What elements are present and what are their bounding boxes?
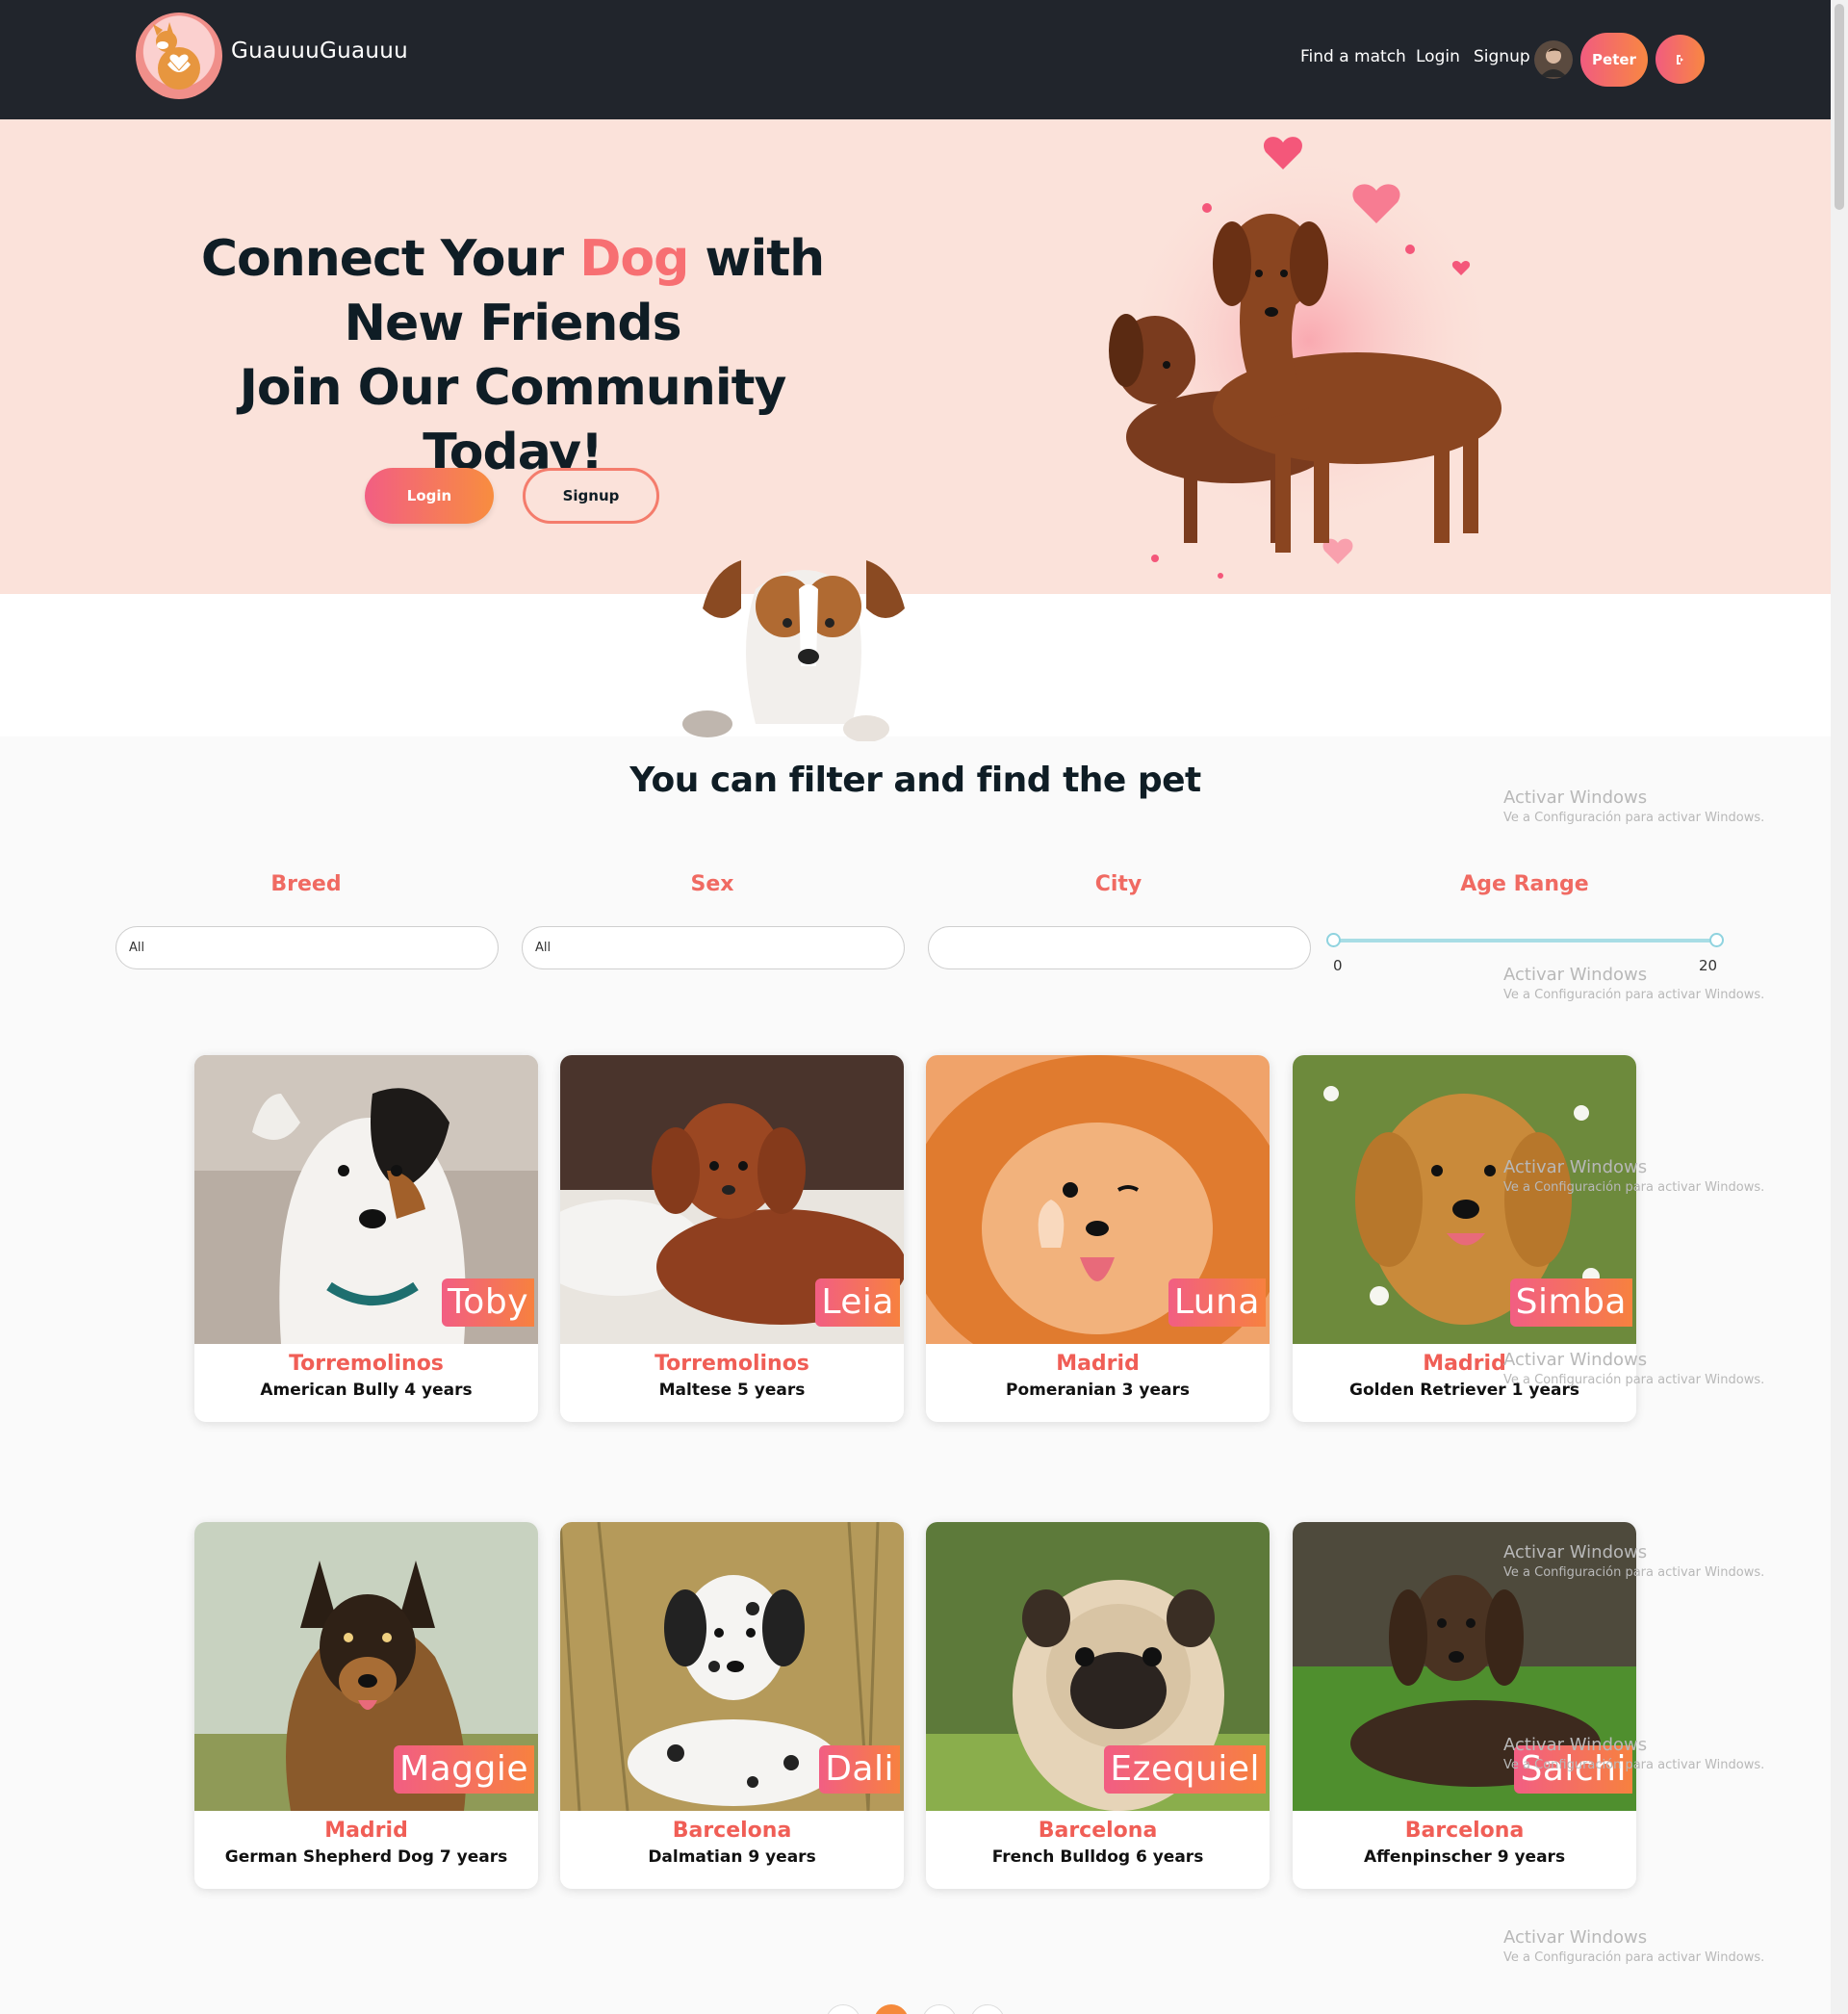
dog-card[interactable]: Salchi Barcelona Affenpinscher 9 years xyxy=(1293,1522,1636,1889)
dog-breed-age: German Shepherd Dog 7 years xyxy=(224,1847,508,1867)
sex-label: Sex xyxy=(690,872,734,896)
pagination-page[interactable] xyxy=(826,2004,860,2014)
dog-photo: Salchi xyxy=(1293,1522,1636,1811)
dog-card[interactable]: Leia Torremolinos Maltese 5 years xyxy=(560,1055,904,1422)
dog-name-badge: Luna xyxy=(1168,1278,1266,1327)
user-menu-button[interactable]: Peter xyxy=(1580,33,1648,87)
breed-label: Breed xyxy=(270,872,342,896)
dog-city: Madrid xyxy=(324,1819,408,1843)
dog-breed-age: Golden Retriever 1 years xyxy=(1349,1381,1579,1400)
scrollbar-thumb[interactable] xyxy=(1835,4,1844,210)
jack-russell-dog-image xyxy=(682,560,905,741)
dog-city: Barcelona xyxy=(1404,1819,1525,1843)
navbar: GuauuuGuauuu Find a match Login Signup P… xyxy=(0,0,1831,119)
dog-breed-age: American Bully 4 years xyxy=(260,1381,473,1400)
dog-photo: Dali xyxy=(560,1522,904,1811)
dog-city: Torremolinos xyxy=(289,1352,444,1376)
hero-login-button[interactable]: Login xyxy=(365,468,494,524)
age-min-value: 0 xyxy=(1333,957,1343,974)
dog-photo: Simba xyxy=(1293,1055,1636,1344)
hero-signup-button[interactable]: Signup xyxy=(523,468,659,524)
pagination-page-active[interactable] xyxy=(874,2004,909,2014)
dog-name-badge: Salchi xyxy=(1514,1745,1632,1794)
logout-icon[interactable] xyxy=(1656,35,1705,84)
dog-photo: Toby xyxy=(194,1055,538,1344)
dog-card[interactable]: Maggie Madrid German Shepherd Dog 7 year… xyxy=(194,1522,538,1889)
windows-activation-watermark: Activar Windows Ve a Configuración para a… xyxy=(1503,965,1765,1002)
user-avatar[interactable] xyxy=(1534,40,1573,79)
dog-city: Madrid xyxy=(1423,1352,1506,1376)
dog-photo: Luna xyxy=(926,1055,1270,1344)
age-max-handle[interactable] xyxy=(1709,933,1724,947)
dog-breed-age: Affenpinscher 9 years xyxy=(1363,1847,1566,1867)
age-max-value: 20 xyxy=(1699,957,1718,974)
dog-name-badge: Leia xyxy=(815,1278,900,1327)
dog-breed-age: French Bulldog 6 years xyxy=(991,1847,1204,1867)
age-min-handle[interactable] xyxy=(1326,933,1341,947)
dog-city: Madrid xyxy=(1056,1352,1140,1376)
nav-login[interactable]: Login xyxy=(1416,47,1460,66)
hero-title: Connect Your Dog with New Friends Join O… xyxy=(200,230,825,481)
age-range-slider[interactable] xyxy=(1333,939,1718,942)
nav-find-match[interactable]: Find a match xyxy=(1300,47,1406,66)
dog-breed-age: Pomeranian 3 years xyxy=(1006,1381,1190,1400)
dog-card[interactable]: Dali Barcelona Dalmatian 9 years xyxy=(560,1522,904,1889)
sex-select[interactable]: All xyxy=(522,926,905,969)
dog-name-badge: Dali xyxy=(819,1745,900,1794)
dachshunds-hearts-image xyxy=(1109,137,1502,579)
dog-city: Barcelona xyxy=(672,1819,792,1843)
nav-signup[interactable]: Signup xyxy=(1474,47,1530,66)
dog-photo: Leia xyxy=(560,1055,904,1344)
age-range-label: Age Range xyxy=(1460,872,1589,896)
city-input[interactable] xyxy=(928,926,1311,969)
windows-activation-watermark: Activar Windows Ve a Configuración para a… xyxy=(1503,1927,1765,1965)
dog-city: Torremolinos xyxy=(654,1352,809,1376)
dog-breed-age: Maltese 5 years xyxy=(658,1381,806,1400)
dog-card[interactable]: Luna Madrid Pomeranian 3 years xyxy=(926,1055,1270,1422)
dog-card[interactable]: Ezequiel Barcelona French Bulldog 6 year… xyxy=(926,1522,1270,1889)
brand-name[interactable]: GuauuuGuauuu xyxy=(231,39,408,64)
dog-name-badge: Toby xyxy=(441,1278,534,1327)
dog-city: Barcelona xyxy=(1038,1819,1158,1843)
dog-breed-age: Dalmatian 9 years xyxy=(648,1847,816,1867)
dog-photo: Ezequiel xyxy=(926,1522,1270,1811)
dog-name-badge: Maggie xyxy=(394,1745,534,1794)
pagination-page[interactable] xyxy=(970,2004,1005,2014)
dog-card[interactable]: Simba Madrid Golden Retriever 1 years xyxy=(1293,1055,1636,1422)
hero-title-accent: Dog xyxy=(579,230,689,288)
scrollbar[interactable] xyxy=(1831,0,1848,2014)
dog-photo: Maggie xyxy=(194,1522,538,1811)
dog-name-badge: Ezequiel xyxy=(1104,1745,1266,1794)
filter-heading: You can filter and find the pet xyxy=(629,761,1201,800)
breed-select[interactable]: All xyxy=(116,926,499,969)
city-label: City xyxy=(1094,872,1142,896)
dog-card[interactable]: Toby Torremolinos American Bully 4 years xyxy=(194,1055,538,1422)
corgi-logo-icon[interactable] xyxy=(136,13,222,99)
pagination-page[interactable] xyxy=(922,2004,957,2014)
dog-name-badge: Simba xyxy=(1509,1278,1632,1327)
